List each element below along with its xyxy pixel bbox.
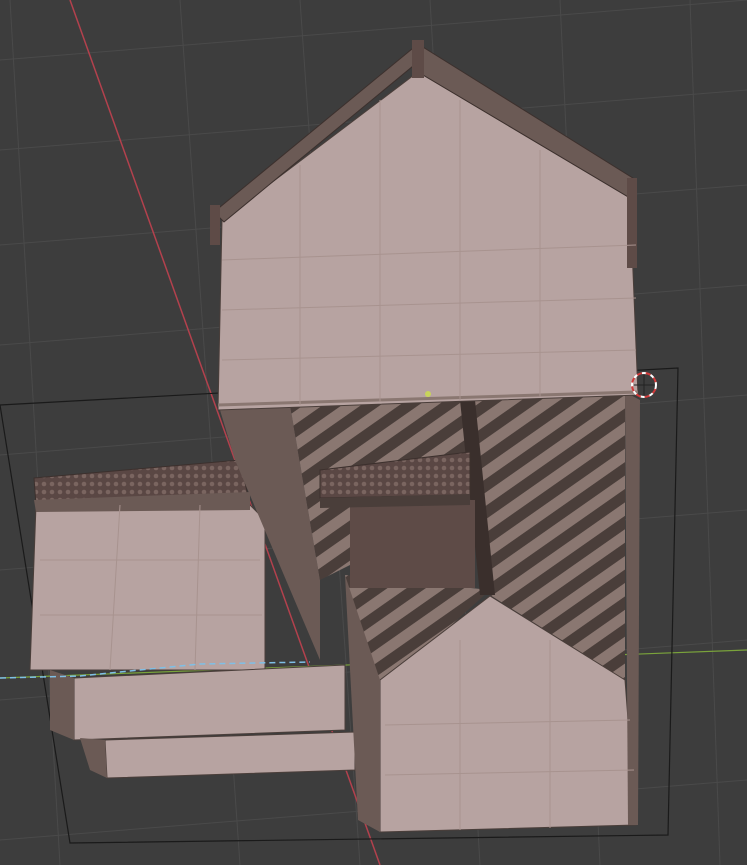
viewport-canvas[interactable] [0, 0, 747, 865]
main-gable-wall[interactable] [210, 40, 639, 411]
3d-viewport[interactable] [0, 0, 747, 865]
object-origin[interactable] [425, 391, 431, 397]
3d-cursor-icon[interactable] [631, 372, 657, 398]
